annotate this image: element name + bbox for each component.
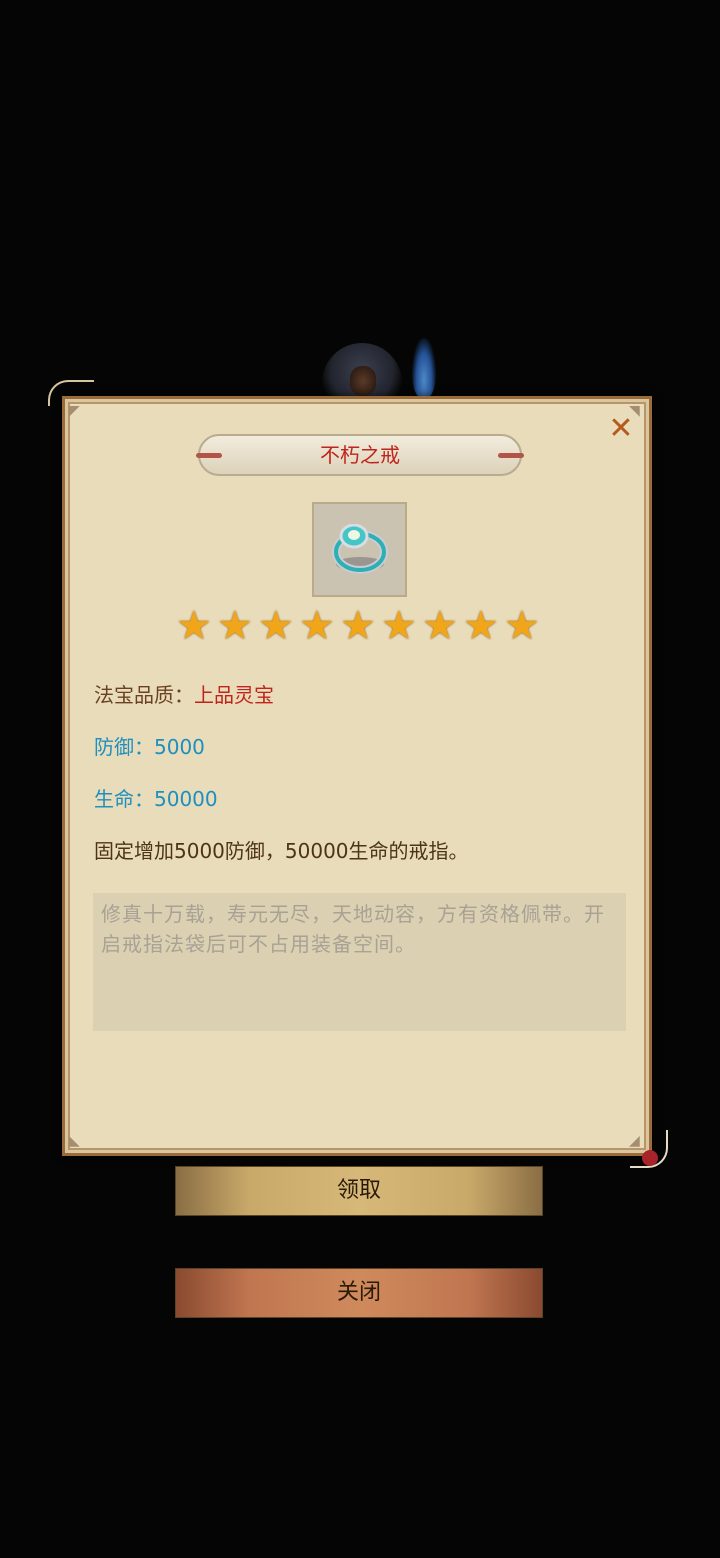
claim-button[interactable]: 领取 (175, 1166, 543, 1216)
star-icon: ★ (381, 603, 417, 649)
corner-ornament: ◣ (69, 1133, 80, 1149)
star-icon: ★ (299, 603, 335, 649)
red-ornament (642, 1150, 658, 1166)
quality-label: 法宝品质： (94, 683, 194, 707)
title-banner: 不朽之戒 (196, 434, 524, 476)
star-icon: ★ (463, 603, 499, 649)
ring-icon (332, 524, 388, 574)
star-icon: ★ (217, 603, 253, 649)
item-title: 不朽之戒 (320, 443, 400, 467)
blue-flame-icon (412, 338, 436, 398)
item-icon-frame (312, 502, 407, 597)
star-rating: ★ ★ ★ ★ ★ ★ ★ ★ ★ (176, 606, 544, 650)
quality-value: 上品灵宝 (194, 683, 274, 707)
lore-text: 修真十万载，寿元无尽，天地动容，方有资格佩带。开启戒指法袋后可不占用装备空间。 (93, 893, 626, 1031)
star-icon: ★ (504, 603, 540, 649)
quality-row: 法宝品质：上品灵宝 (94, 680, 274, 710)
effect-description: 固定增加5000防御，50000生命的戒指。 (94, 839, 469, 863)
life-stat: 生命：50000 (94, 787, 218, 811)
star-icon: ★ (422, 603, 458, 649)
scroll-ornament (48, 380, 94, 406)
star-icon: ★ (340, 603, 376, 649)
close-icon[interactable]: ✕ (604, 412, 638, 446)
star-icon: ★ (258, 603, 294, 649)
defense-stat: 防御：5000 (94, 735, 205, 759)
star-icon: ★ (176, 603, 212, 649)
background-figure-face (350, 366, 376, 396)
close-button[interactable]: 关闭 (175, 1268, 543, 1318)
